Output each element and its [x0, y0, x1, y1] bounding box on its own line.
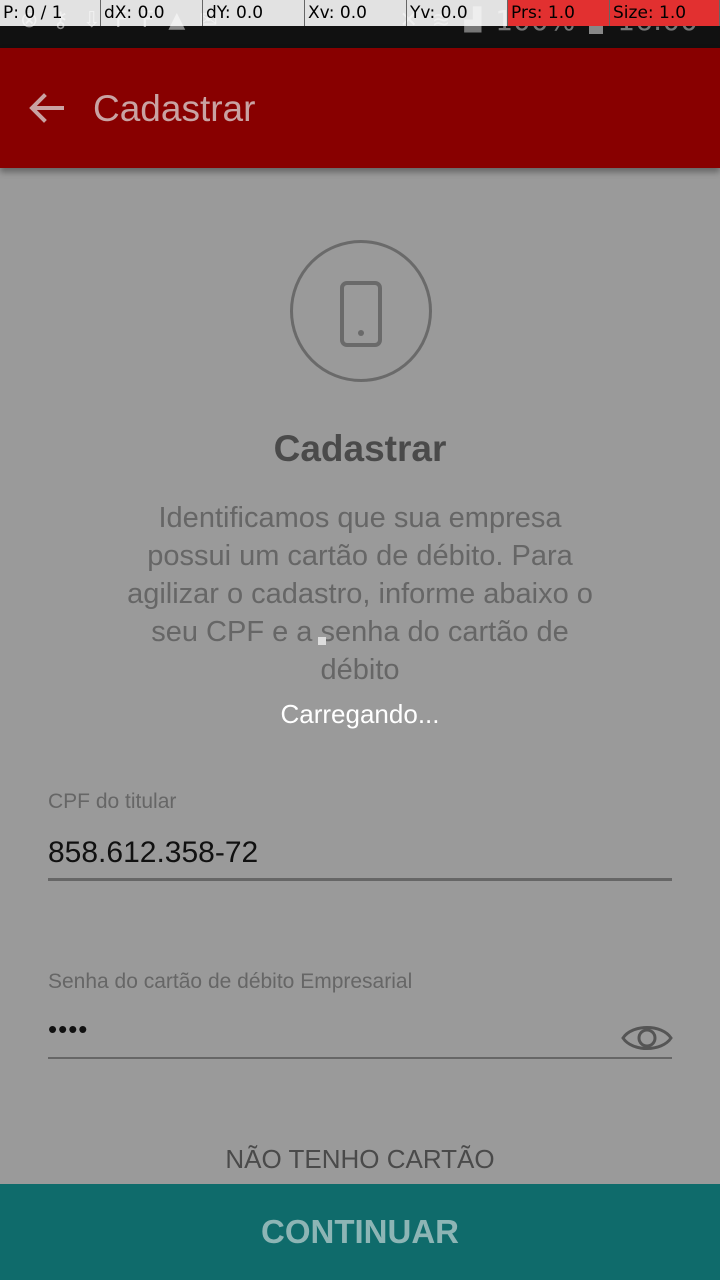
- password-underline: [48, 1057, 672, 1059]
- page-heading: Cadastrar: [273, 428, 447, 469]
- debug-xv: Xv: 0.0: [305, 0, 407, 26]
- description-text: Identificamos que sua empresa possui um …: [127, 502, 593, 686]
- debug-prs: Prs: 1.0: [508, 0, 610, 26]
- app-bar-title: Cadastrar: [93, 88, 256, 129]
- debug-dy: dY: 0.0: [203, 0, 305, 26]
- pointer-debug-overlay: P: 0 / 1 dX: 0.0 dY: 0.0 Xv: 0.0 Yv: 0.0…: [0, 0, 720, 26]
- phone-icon: [340, 281, 382, 347]
- eye-icon: [621, 1026, 673, 1050]
- loading-text: Carregando...: [280, 699, 440, 729]
- password-input[interactable]: ••••: [48, 1014, 88, 1045]
- back-button[interactable]: [22, 84, 70, 132]
- debug-dx: dX: 0.0: [101, 0, 203, 26]
- continue-button[interactable]: CONTINUAR: [0, 1184, 720, 1280]
- app-bar: Cadastrar: [0, 48, 720, 168]
- debug-size: Size: 1.0: [610, 0, 720, 26]
- debug-pointer: P: 0 / 1: [0, 0, 101, 26]
- debug-yv: Yv: 0.0: [407, 0, 508, 26]
- cpf-underline: [48, 878, 672, 881]
- arrow-back-icon: [29, 93, 64, 123]
- phone-icon-circle: [290, 240, 432, 382]
- cpf-input[interactable]: 858.612.358-72: [48, 836, 258, 870]
- password-label: Senha do cartão de débito Empresarial: [48, 970, 413, 993]
- no-card-button[interactable]: NÃO TENHO CARTÃO: [0, 1144, 720, 1175]
- show-password-button[interactable]: [620, 1016, 674, 1060]
- loading-spinner: [318, 637, 326, 645]
- cpf-label: CPF do titular: [48, 790, 177, 813]
